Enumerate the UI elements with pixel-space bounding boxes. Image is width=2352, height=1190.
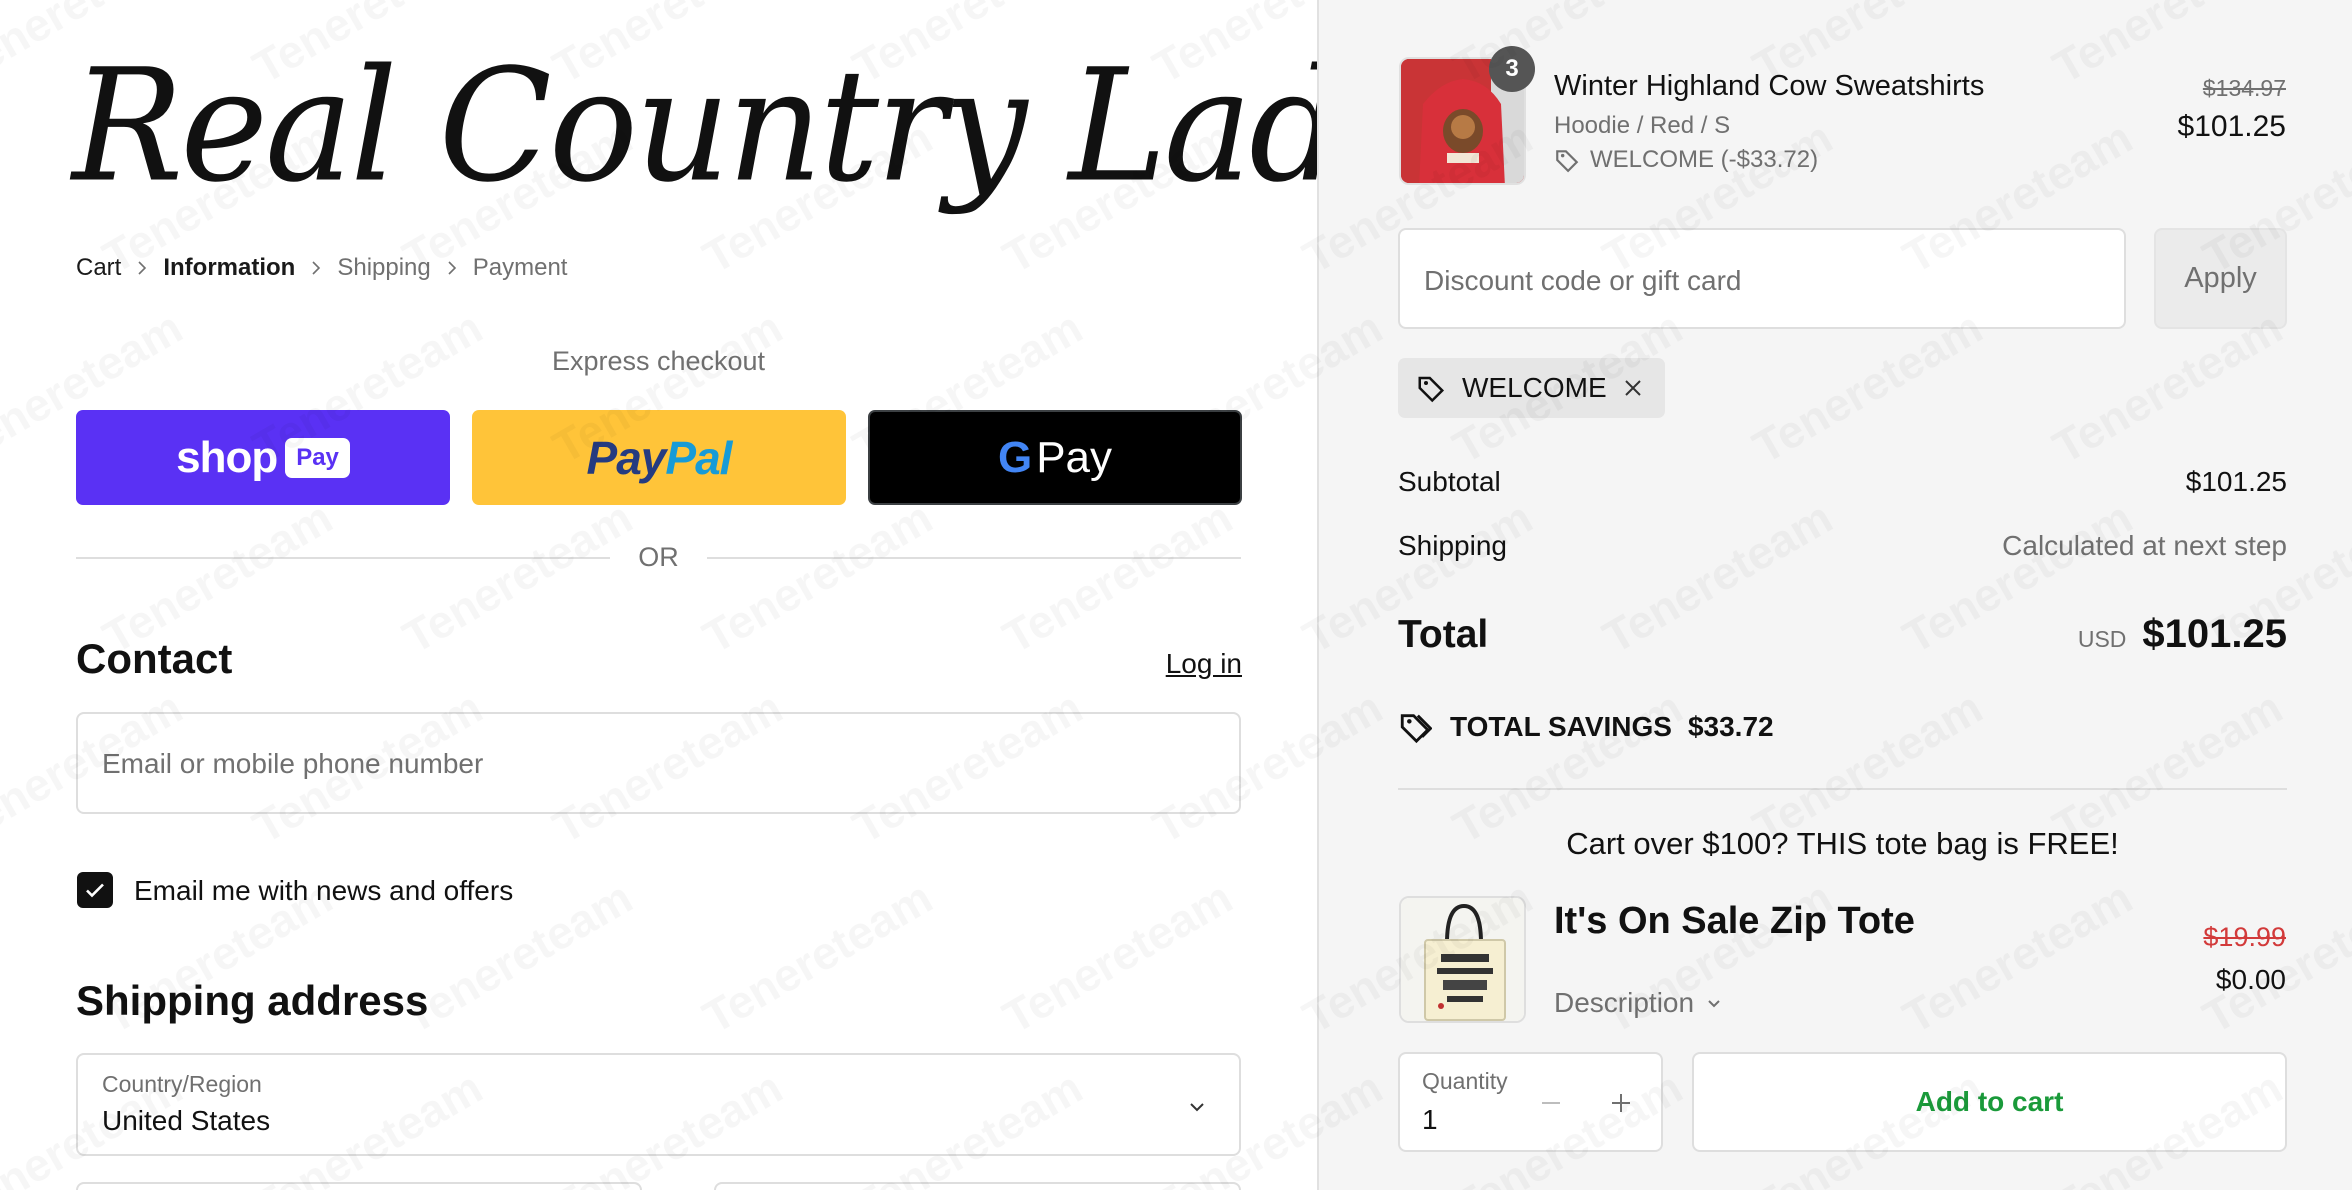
shipping-label: Shipping	[1398, 530, 1507, 561]
or-label: OR	[638, 542, 679, 572]
apply-button[interactable]: Apply	[2154, 228, 2287, 329]
tote-price-original: $19.99	[2203, 922, 2286, 952]
quantity-badge: 3	[1489, 46, 1535, 92]
contact-heading: Contact	[76, 635, 233, 682]
tote-image	[1399, 896, 1526, 1023]
google-pay-label: Pay	[1036, 432, 1113, 482]
shipping-address-heading: Shipping address	[76, 977, 429, 1024]
newsletter-label[interactable]: Email me with news and offers	[134, 875, 513, 907]
plus-icon[interactable]	[1606, 1088, 1636, 1118]
chevron-down-icon	[1190, 1103, 1204, 1112]
subtotal-value: $101.25	[2185, 466, 2287, 497]
subtotal-label: Subtotal	[1398, 466, 1501, 497]
total-savings-value: $33.72	[1687, 711, 1774, 742]
country-select[interactable]: Country/Region United States	[76, 1053, 1241, 1156]
add-to-cart-button[interactable]: Add to cart	[1692, 1052, 2287, 1152]
shop-pay-badge: Pay	[285, 437, 350, 478]
total-value: $101.25	[2142, 612, 2287, 656]
first-name-field[interactable]	[76, 1182, 642, 1190]
tag-icon	[1418, 376, 1445, 403]
breadcrumb: Cart Information Shipping Payment	[76, 254, 567, 282]
paypal-button[interactable]: PayPal	[472, 410, 846, 505]
product-price-original: $134.97	[2202, 75, 2286, 101]
newsletter-checkbox[interactable]	[77, 872, 113, 908]
minus-icon[interactable]	[1536, 1088, 1566, 1118]
chevron-right-icon	[431, 260, 473, 276]
tote-price: $0.00	[2215, 964, 2286, 995]
email-field[interactable]: Email or mobile phone number	[76, 712, 1241, 814]
google-pay-button[interactable]: G Pay	[868, 410, 1242, 505]
google-g-icon: G	[997, 432, 1033, 482]
quantity-value[interactable]: 1	[1422, 1104, 1438, 1136]
applied-discount-code: WELCOME	[1462, 372, 1607, 403]
shop-pay-logo: shop	[176, 432, 278, 482]
breadcrumb-shipping: Shipping	[337, 254, 431, 281]
total-currency: USD	[2077, 626, 2127, 652]
description-toggle[interactable]: Description	[1554, 987, 1724, 1019]
checkmark-icon	[86, 883, 104, 898]
breadcrumb-information: Information	[163, 254, 296, 281]
country-label: Country/Region	[102, 1071, 262, 1097]
chevron-right-icon	[295, 260, 337, 276]
total-amount: USD $101.25	[2078, 612, 2287, 657]
total-label: Total	[1398, 613, 1489, 656]
shipping-row: Shipping Calculated at next step	[1398, 530, 2287, 562]
upsell-heading: Cart over $100? THIS tote bag is FREE!	[1566, 826, 2119, 861]
total-savings-label: TOTAL SAVINGS	[1450, 711, 1672, 742]
tote-bag-image	[1401, 898, 1524, 1021]
product-discount-text: WELCOME (-$33.72)	[1590, 146, 1819, 173]
login-link[interactable]: Log in	[1166, 648, 1242, 680]
product-name: Winter Highland Cow Sweatshirts	[1554, 70, 1985, 102]
divider	[1398, 788, 2287, 790]
divider-line	[706, 556, 1241, 559]
shop-pay-button[interactable]: shop Pay	[76, 410, 450, 505]
product-discount: WELCOME (-$33.72)	[1554, 146, 1818, 174]
shipping-value: Calculated at next step	[2002, 530, 2287, 561]
discount-code-input[interactable]: Discount code or gift card	[1398, 228, 2126, 329]
checkout-main: Real Country Ladies Cart Information Shi…	[0, 0, 1546, 1190]
quantity-label: Quantity	[1422, 1068, 1508, 1094]
quantity-stepper[interactable]: Quantity 1	[1398, 1052, 1663, 1152]
applied-discount-chip: WELCOME	[1398, 358, 1665, 418]
chevron-right-icon	[121, 260, 163, 276]
or-divider: OR	[76, 542, 1241, 573]
last-name-field[interactable]	[714, 1182, 1241, 1190]
tag-icon	[1556, 150, 1579, 173]
store-logo[interactable]: Real Country Ladies	[72, 40, 1546, 230]
close-icon[interactable]	[1621, 376, 1645, 400]
paypal-logo: PayPal	[586, 431, 733, 484]
chevron-down-icon	[1708, 1000, 1720, 1008]
breadcrumb-payment: Payment	[472, 254, 568, 281]
breadcrumb-cart[interactable]: Cart	[76, 254, 121, 282]
total-savings-row: TOTAL SAVINGS $33.72	[1398, 710, 1774, 744]
country-value: United States	[102, 1105, 271, 1136]
express-checkout-label: Express checkout	[551, 346, 766, 376]
tote-name: It's On Sale Zip Tote	[1554, 900, 1915, 942]
discount-placeholder: Discount code or gift card	[1424, 265, 1742, 296]
total-row: Total USD $101.25	[1398, 612, 2287, 657]
tags-icon	[1400, 714, 1432, 744]
divider-line	[76, 556, 611, 559]
description-label: Description	[1554, 987, 1695, 1018]
product-price: $101.25	[2177, 110, 2286, 143]
subtotal-row: Subtotal $101.25	[1398, 466, 2287, 498]
order-summary: 3 Winter Highland Cow Sweatshirts Hoodie…	[1317, 0, 2352, 1190]
email-placeholder: Email or mobile phone number	[102, 748, 484, 779]
product-variant: Hoodie / Red / S	[1554, 112, 1731, 139]
